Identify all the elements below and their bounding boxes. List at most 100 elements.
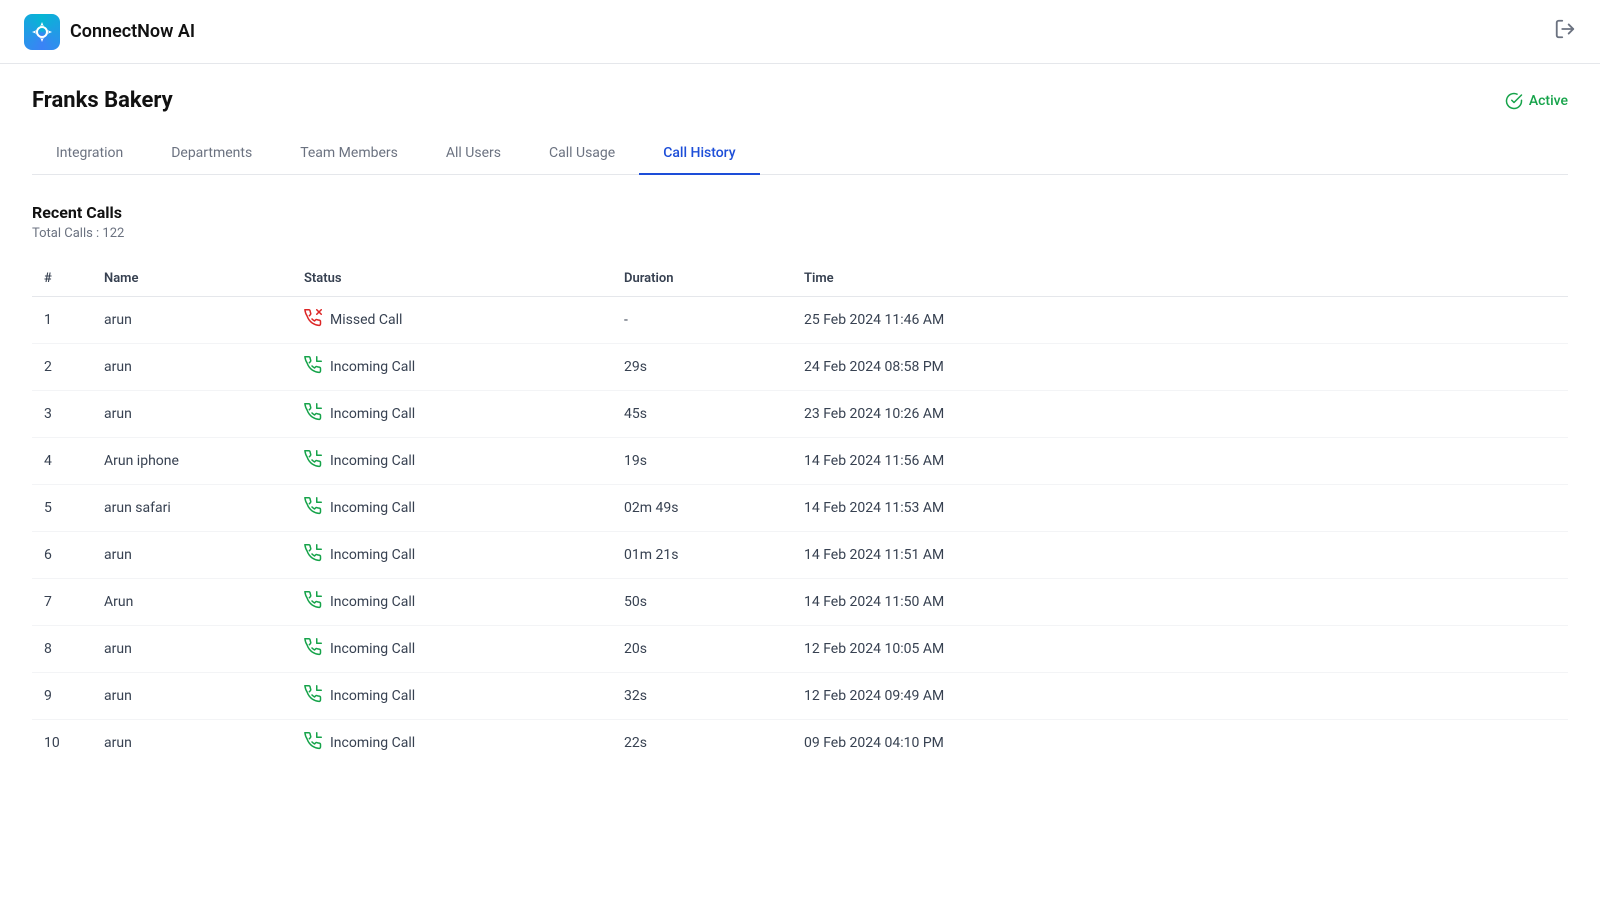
incoming-call-icon <box>304 638 322 660</box>
table-row: 10arun Incoming Call 22s09 Feb 2024 04:1… <box>32 720 1568 767</box>
status-label: Incoming Call <box>330 735 415 751</box>
cell-name: arun <box>92 344 292 391</box>
cell-status: Incoming Call <box>292 626 612 673</box>
table-header-row: # Name Status Duration Time <box>32 261 1568 297</box>
cell-status: Incoming Call <box>292 579 612 626</box>
table-row: 3arun Incoming Call 45s23 Feb 2024 10:26… <box>32 391 1568 438</box>
cell-time: 12 Feb 2024 10:05 AM <box>792 626 1568 673</box>
brand-name: ConnectNow AI <box>70 21 195 42</box>
cell-duration: 20s <box>612 626 792 673</box>
cell-num: 4 <box>32 438 92 485</box>
brand-logo <box>24 14 60 50</box>
cell-time: 14 Feb 2024 11:51 AM <box>792 532 1568 579</box>
cell-num: 7 <box>32 579 92 626</box>
cell-time: 23 Feb 2024 10:26 AM <box>792 391 1568 438</box>
incoming-call-icon <box>304 356 322 378</box>
tab-team-members[interactable]: Team Members <box>276 133 422 175</box>
incoming-call-icon <box>304 685 322 707</box>
incoming-call-icon <box>304 403 322 425</box>
tab-integration[interactable]: Integration <box>32 133 147 175</box>
cell-status: Missed Call <box>292 297 612 344</box>
cell-name: arun <box>92 297 292 344</box>
cell-duration: 02m 49s <box>612 485 792 532</box>
page-content: Franks Bakery Active IntegrationDepartme… <box>0 64 1600 790</box>
cell-status: Incoming Call <box>292 438 612 485</box>
cell-status: Incoming Call <box>292 485 612 532</box>
table-row: 1arun Missed Call -25 Feb 2024 11:46 AM <box>32 297 1568 344</box>
cell-duration: 45s <box>612 391 792 438</box>
section-title: Recent Calls <box>32 203 1568 222</box>
cell-num: 2 <box>32 344 92 391</box>
cell-duration: 22s <box>612 720 792 767</box>
cell-status: Incoming Call <box>292 344 612 391</box>
table-body: 1arun Missed Call -25 Feb 2024 11:46 AM2… <box>32 297 1568 767</box>
cell-time: 25 Feb 2024 11:46 AM <box>792 297 1568 344</box>
cell-name: arun safari <box>92 485 292 532</box>
active-badge: Active <box>1505 92 1568 110</box>
brand: ConnectNow AI <box>24 14 195 50</box>
table-row: 5arun safari Incoming Call 02m 49s14 Feb… <box>32 485 1568 532</box>
table-row: 4Arun iphone Incoming Call 19s14 Feb 202… <box>32 438 1568 485</box>
col-header-name: Name <box>92 261 292 297</box>
tab-all-users[interactable]: All Users <box>422 133 525 175</box>
table-head: # Name Status Duration Time <box>32 261 1568 297</box>
tabs: IntegrationDepartmentsTeam MembersAll Us… <box>32 133 1568 175</box>
table-row: 6arun Incoming Call 01m 21s14 Feb 2024 1… <box>32 532 1568 579</box>
cell-num: 9 <box>32 673 92 720</box>
cell-status: Incoming Call <box>292 673 612 720</box>
cell-time: 12 Feb 2024 09:49 AM <box>792 673 1568 720</box>
status-label: Incoming Call <box>330 594 415 610</box>
status-label: Missed Call <box>330 312 402 328</box>
cell-num: 3 <box>32 391 92 438</box>
cell-status: Incoming Call <box>292 720 612 767</box>
cell-duration: 01m 21s <box>612 532 792 579</box>
col-header-time: Time <box>792 261 1568 297</box>
cell-num: 10 <box>32 720 92 767</box>
section-header: Recent Calls Total Calls : 122 <box>32 203 1568 241</box>
cell-duration: 19s <box>612 438 792 485</box>
status-label: Incoming Call <box>330 641 415 657</box>
cell-time: 14 Feb 2024 11:50 AM <box>792 579 1568 626</box>
incoming-call-icon <box>304 732 322 754</box>
cell-time: 14 Feb 2024 11:56 AM <box>792 438 1568 485</box>
status-label: Incoming Call <box>330 453 415 469</box>
call-history-table: # Name Status Duration Time 1arun Missed… <box>32 261 1568 766</box>
missed-call-icon <box>304 309 322 331</box>
cell-duration: 32s <box>612 673 792 720</box>
section-subtitle: Total Calls : 122 <box>32 226 1568 241</box>
tab-departments[interactable]: Departments <box>147 133 276 175</box>
table-row: 8arun Incoming Call 20s12 Feb 2024 10:05… <box>32 626 1568 673</box>
cell-name: arun <box>92 532 292 579</box>
cell-name: Arun iphone <box>92 438 292 485</box>
cell-duration: 29s <box>612 344 792 391</box>
cell-name: arun <box>92 720 292 767</box>
cell-num: 1 <box>32 297 92 344</box>
col-header-num: # <box>32 261 92 297</box>
cell-duration: 50s <box>612 579 792 626</box>
incoming-call-icon <box>304 450 322 472</box>
active-label: Active <box>1529 93 1568 109</box>
top-header: ConnectNow AI <box>0 0 1600 64</box>
cell-num: 8 <box>32 626 92 673</box>
status-label: Incoming Call <box>330 547 415 563</box>
cell-status: Incoming Call <box>292 532 612 579</box>
org-header: Franks Bakery Active <box>32 88 1568 113</box>
cell-time: 09 Feb 2024 04:10 PM <box>792 720 1568 767</box>
incoming-call-icon <box>304 544 322 566</box>
table-row: 9arun Incoming Call 32s12 Feb 2024 09:49… <box>32 673 1568 720</box>
check-circle-icon <box>1505 92 1523 110</box>
table-row: 7Arun Incoming Call 50s14 Feb 2024 11:50… <box>32 579 1568 626</box>
tab-call-usage[interactable]: Call Usage <box>525 133 639 175</box>
col-header-status: Status <box>292 261 612 297</box>
incoming-call-icon <box>304 591 322 613</box>
cell-duration: - <box>612 297 792 344</box>
cell-name: arun <box>92 391 292 438</box>
status-label: Incoming Call <box>330 359 415 375</box>
status-label: Incoming Call <box>330 688 415 704</box>
status-label: Incoming Call <box>330 500 415 516</box>
logout-icon[interactable] <box>1554 18 1576 45</box>
cell-num: 6 <box>32 532 92 579</box>
table-row: 2arun Incoming Call 29s24 Feb 2024 08:58… <box>32 344 1568 391</box>
col-header-duration: Duration <box>612 261 792 297</box>
tab-call-history[interactable]: Call History <box>639 133 759 175</box>
